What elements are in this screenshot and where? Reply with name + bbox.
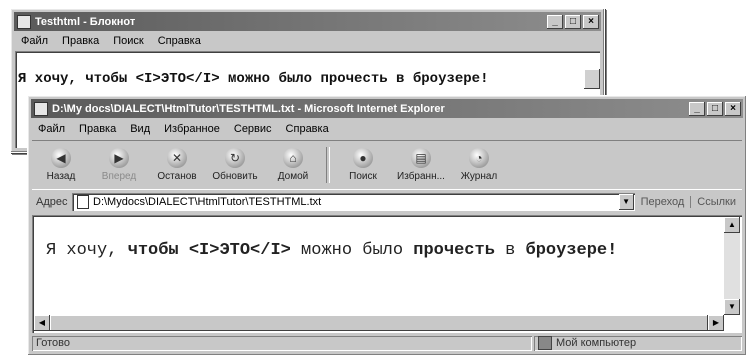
search-button[interactable]: ● Поиск	[334, 143, 392, 187]
horizontal-scrollbar[interactable]: ◀ ▶	[34, 315, 724, 331]
minimize-button[interactable]: _	[547, 14, 563, 29]
address-bar: Адрес D:\Mydocs\DIALECT\HtmlTutor\TESTHT…	[32, 191, 742, 213]
address-input[interactable]: D:\Mydocs\DIALECT\HtmlTutor\TESTHTML.txt…	[72, 193, 635, 211]
page-text: Я хочу, чтобы <I>ЭТО</I> можно было проч…	[46, 241, 617, 260]
search-label: Поиск	[349, 171, 377, 182]
close-button[interactable]: ×	[725, 101, 741, 116]
notepad-scrollbar[interactable]	[584, 69, 600, 89]
status-text: Готово	[32, 336, 532, 351]
menu-tools[interactable]: Сервис	[227, 123, 279, 135]
toolbar-separator	[326, 147, 330, 183]
refresh-icon: ↻	[225, 148, 245, 168]
forward-button[interactable]: ▶ Вперед	[90, 143, 148, 187]
favorites-button[interactable]: ▤ Избранн...	[392, 143, 450, 187]
page-text-part: прочесть	[413, 241, 495, 260]
forward-arrow-icon: ▶	[109, 148, 129, 168]
home-icon: ⌂	[283, 148, 303, 168]
menu-help[interactable]: Справка	[151, 35, 208, 47]
menu-edit[interactable]: Правка	[55, 35, 106, 47]
scroll-left-icon[interactable]: ◀	[34, 315, 50, 331]
notepad-app-icon	[17, 14, 31, 29]
back-arrow-icon: ◀	[51, 148, 71, 168]
page-text-part: броузере!	[525, 241, 618, 260]
address-value: D:\Mydocs\DIALECT\HtmlTutor\TESTHTML.txt	[93, 196, 322, 208]
ie-menubar: Файл Правка Вид Избранное Сервис Справка	[31, 120, 743, 138]
menu-file[interactable]: Файл	[31, 123, 72, 135]
computer-icon	[538, 336, 552, 350]
menu-search[interactable]: Поиск	[106, 35, 150, 47]
stop-button[interactable]: ✕ Останов	[148, 143, 206, 187]
scroll-up-icon[interactable]: ▲	[724, 217, 740, 233]
scroll-right-icon[interactable]: ▶	[708, 315, 724, 331]
status-zone: Мой компьютер	[534, 336, 742, 351]
page-icon	[77, 195, 89, 209]
maximize-button[interactable]: □	[707, 101, 723, 116]
notepad-title: Testhtml - Блокнот	[35, 15, 136, 28]
scroll-thumb[interactable]	[50, 315, 708, 331]
menu-favorites[interactable]: Избранное	[157, 123, 227, 135]
notepad-text: Я хочу, чтобы <I>ЭТО</I> можно было проч…	[18, 71, 489, 87]
notepad-menubar: Файл Правка Поиск Справка	[14, 32, 601, 50]
menu-view[interactable]: Вид	[123, 123, 157, 135]
refresh-label: Обновить	[212, 171, 258, 182]
address-label: Адрес	[36, 196, 68, 208]
ie-toolbar: ◀ Назад ▶ Вперед ✕ Останов ↻ Обновить ⌂ …	[32, 140, 742, 190]
stop-icon: ✕	[167, 148, 187, 168]
maximize-button[interactable]: □	[565, 14, 581, 29]
page-text-part: Я хочу,	[46, 241, 128, 260]
history-button[interactable]: ◔ Журнал	[450, 143, 508, 187]
close-button[interactable]: ×	[583, 14, 599, 29]
go-button[interactable]: Переход	[635, 196, 691, 208]
page-text-part: можно было	[290, 241, 414, 260]
vertical-scrollbar[interactable]: ▲ ▼	[724, 217, 740, 315]
links-button[interactable]: Ссылки	[690, 196, 742, 208]
history-icon: ◔	[469, 148, 489, 168]
stop-label: Останов	[157, 171, 197, 182]
ie-title: D:\My docs\DIALECT\HtmlTutor\TESTHTML.tx…	[52, 102, 445, 115]
chevron-down-icon[interactable]: ▼	[618, 194, 634, 210]
home-button[interactable]: ⌂ Домой	[264, 143, 322, 187]
ie-window: D:\My docs\DIALECT\HtmlTutor\TESTHTML.tx…	[27, 95, 747, 356]
search-icon: ●	[353, 148, 373, 168]
favorites-label: Избранн...	[397, 171, 445, 182]
favorites-icon: ▤	[411, 148, 431, 168]
menu-file[interactable]: Файл	[14, 35, 55, 47]
menu-help[interactable]: Справка	[279, 123, 336, 135]
page-content[interactable]: Я хочу, чтобы <I>ЭТО</I> можно было проч…	[32, 215, 742, 333]
back-label: Назад	[46, 171, 76, 182]
ie-app-icon	[34, 101, 48, 116]
home-label: Домой	[277, 171, 309, 182]
history-label: Журнал	[460, 171, 498, 182]
forward-label: Вперед	[101, 171, 137, 182]
page-text-part: в	[494, 241, 526, 260]
minimize-button[interactable]: _	[689, 101, 705, 116]
ie-titlebar[interactable]: D:\My docs\DIALECT\HtmlTutor\TESTHTML.tx…	[31, 99, 743, 118]
notepad-titlebar[interactable]: Testhtml - Блокнот _ □ ×	[14, 12, 601, 31]
scroll-down-icon[interactable]: ▼	[724, 299, 740, 315]
refresh-button[interactable]: ↻ Обновить	[206, 143, 264, 187]
status-bar: Готово Мой компьютер	[32, 334, 742, 352]
back-button[interactable]: ◀ Назад	[32, 143, 90, 187]
page-text-part: чтобы <I>ЭТО</I>	[127, 241, 291, 260]
status-zone-label: Мой компьютер	[556, 336, 637, 349]
menu-edit[interactable]: Правка	[72, 123, 123, 135]
